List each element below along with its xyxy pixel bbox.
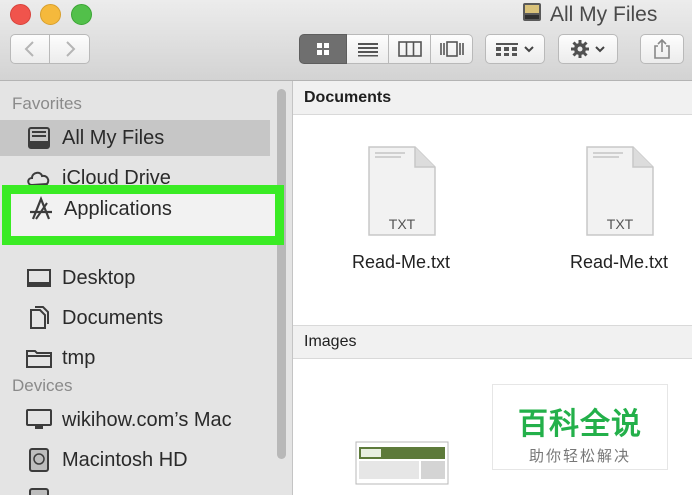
watermark-logo: 百科全说 助你轻松解决 [492, 384, 668, 470]
file-type-label: TXT [607, 216, 634, 232]
chevron-down-icon [595, 46, 605, 53]
all-my-files-icon [520, 0, 544, 30]
file-name: Read-Me.txt [351, 252, 451, 272]
sidebar-item-label: Desktop [62, 266, 136, 289]
list-view-icon [357, 43, 378, 57]
sidebar-item-macintosh-hd[interactable]: Macintosh HD [0, 442, 270, 478]
forward-button[interactable] [50, 34, 90, 64]
sidebar-item-label: Macintosh HD [62, 448, 188, 471]
arrange-button[interactable] [485, 34, 545, 64]
sidebar-item-label: tmp [62, 346, 96, 369]
gear-icon [571, 40, 589, 58]
sidebar-item-all-my-files[interactable]: All My Files [0, 120, 270, 156]
image-thumbnail[interactable] [355, 441, 449, 495]
sidebar-item-applications[interactable]: Applications [2, 191, 272, 227]
sidebar-item-desktop[interactable]: Desktop [0, 260, 270, 296]
window-toolbar: All My Files [0, 0, 692, 81]
share-icon [654, 38, 670, 59]
sidebar-item-label: wikihow.com’s Mac [62, 408, 232, 431]
back-icon [24, 41, 34, 57]
sidebar-item-label: Applications [64, 197, 172, 220]
cover-flow-button[interactable] [431, 34, 473, 64]
file-item[interactable]: TXT Read-Me.txt [326, 143, 476, 273]
sidebar-scrollbar[interactable] [277, 89, 286, 459]
column-view-button[interactable] [389, 34, 431, 64]
sidebar-item-documents[interactable]: Documents [0, 300, 270, 336]
sidebar: Favorites All My Files iCloud Drive Desk… [0, 81, 293, 495]
hard-drive-icon [24, 486, 54, 495]
images-section-header: Images [293, 325, 692, 359]
applications-icon [26, 195, 56, 223]
file-type-label: TXT [389, 216, 416, 232]
close-window-button[interactable] [10, 4, 31, 25]
forward-icon [65, 41, 75, 57]
computer-icon [24, 406, 54, 434]
sidebar-item-tmp[interactable]: tmp [0, 340, 270, 376]
cover-flow-icon [439, 41, 464, 57]
sidebar-item-partial[interactable] [0, 482, 270, 495]
txt-file-icon: TXT [368, 146, 436, 236]
sidebar-item-label: All My Files [62, 126, 165, 149]
all-my-files-icon [24, 124, 54, 152]
txt-file-icon: TXT [586, 146, 654, 236]
window-title-text: All My Files [550, 3, 658, 26]
minimize-window-button[interactable] [40, 4, 61, 25]
chevron-down-icon [524, 46, 534, 53]
documents-icon [24, 304, 54, 332]
action-button[interactable] [558, 34, 618, 64]
back-button[interactable] [10, 34, 50, 64]
share-button[interactable] [640, 34, 684, 64]
watermark-title: 百科全说 [518, 408, 642, 441]
zoom-window-button[interactable] [71, 4, 92, 25]
icon-view-icon [317, 43, 329, 55]
devices-heading: Devices [12, 376, 73, 395]
arrange-icon [496, 43, 518, 56]
sidebar-item-label: Documents [62, 306, 164, 329]
favorites-heading: Favorites [12, 94, 82, 113]
sidebar-item-mac[interactable]: wikihow.com’s Mac [0, 402, 270, 438]
folder-icon [24, 344, 54, 372]
file-name: Read-Me.txt [569, 252, 669, 272]
window-title: All My Files [520, 1, 657, 29]
icon-view-button[interactable] [299, 34, 347, 64]
view-mode-control [299, 34, 473, 64]
documents-section-header: Documents [293, 81, 692, 115]
file-item[interactable]: TXT Read-Me.txt [544, 143, 692, 273]
highlight-frame: Applications [2, 185, 284, 245]
desktop-icon [24, 264, 54, 292]
watermark-subtitle: 助你轻松解决 [528, 448, 631, 465]
hard-drive-icon [24, 446, 54, 474]
column-view-icon [397, 41, 422, 57]
list-view-button[interactable] [347, 34, 389, 64]
